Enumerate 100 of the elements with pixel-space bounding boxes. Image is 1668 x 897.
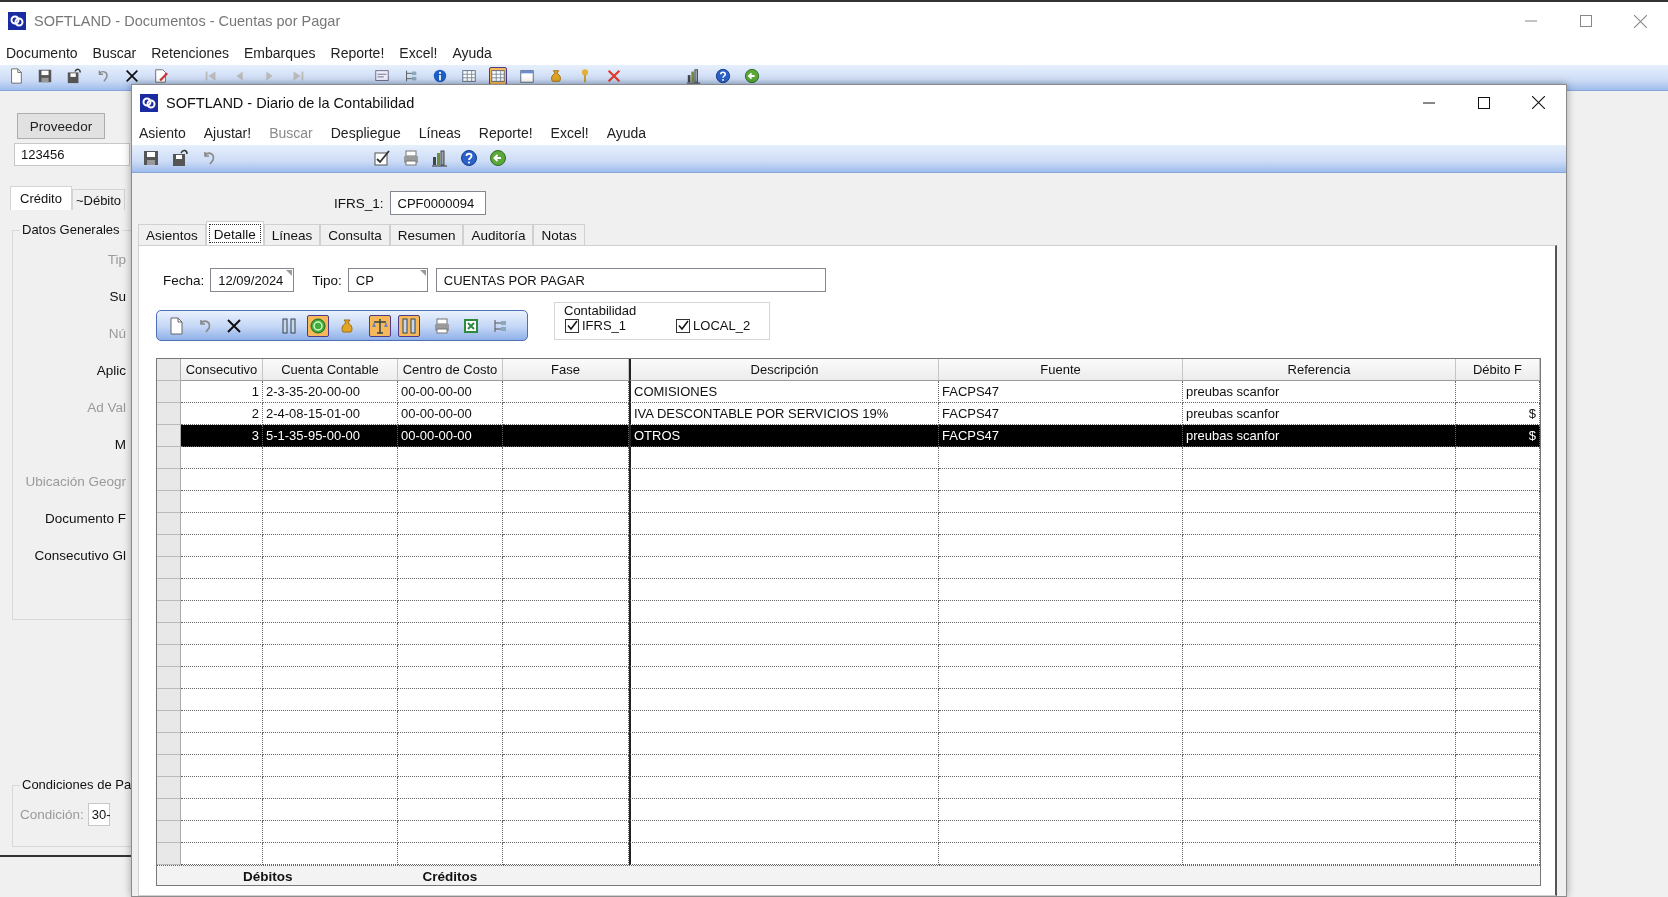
row-header[interactable] — [157, 799, 181, 821]
provider-button[interactable]: Proveedor — [17, 113, 105, 139]
row-header[interactable] — [157, 689, 181, 711]
column-header[interactable]: Cuenta Contable — [263, 359, 398, 381]
column-header[interactable]: Débito F — [1456, 359, 1540, 381]
row-header[interactable] — [157, 469, 181, 491]
date-field[interactable]: 12/09/2024 — [210, 268, 295, 292]
field-label: Tip — [106, 251, 126, 269]
tab[interactable]: ~Débito — [71, 189, 126, 210]
printer-icon — [402, 149, 420, 167]
window-title: SOFTLAND - Diario de la Contabilidad — [166, 94, 415, 111]
toolbar-button[interactable] — [714, 67, 732, 85]
row-header[interactable] — [157, 579, 181, 601]
totals-label: Débitos — [243, 869, 293, 884]
menu-item[interactable]: Embarques — [244, 44, 316, 61]
provider-field[interactable]: 123456 — [14, 143, 130, 166]
menu-item[interactable]: Retenciones — [151, 44, 229, 61]
tab[interactable]: Asientos — [138, 224, 206, 245]
tab[interactable]: Auditoría — [463, 224, 534, 245]
row-header[interactable] — [157, 623, 181, 645]
type-description-field[interactable]: CUENTAS POR PAGAR — [435, 268, 826, 292]
row-header[interactable] — [157, 601, 181, 623]
toolbar-button[interactable] — [458, 147, 480, 169]
menu-item[interactable]: Ayuda — [452, 44, 492, 61]
delete-icon — [124, 67, 140, 85]
row-header[interactable] — [157, 513, 181, 535]
column-header[interactable]: Referencia — [1183, 359, 1456, 381]
toolbar-button[interactable] — [489, 67, 507, 85]
money-bag-icon — [548, 67, 564, 85]
columns-icon — [280, 316, 298, 335]
menu-item[interactable]: Excel! — [550, 124, 589, 141]
window-title: SOFTLAND - Documentos - Cuentas por Pagar — [34, 13, 341, 29]
row-header[interactable] — [157, 557, 181, 579]
row-header[interactable] — [157, 425, 181, 447]
menu-item[interactable]: Reporte! — [478, 124, 533, 141]
column-header[interactable]: Fuente — [939, 359, 1183, 381]
table-row[interactable]: 3 5-1-35-95-00-00 00-00-00-00 OTROS FACPS47 preubas scanfor $ — [157, 425, 1540, 447]
row-header[interactable] — [157, 755, 181, 777]
checkbox[interactable] — [565, 318, 579, 333]
tab[interactable]: Resumen — [389, 224, 464, 245]
group-title: Contabilidad — [563, 303, 638, 318]
toolbar-button[interactable] — [123, 67, 141, 85]
delete-icon — [225, 316, 243, 335]
group-title: Datos Generales — [20, 222, 122, 237]
table-row[interactable]: 2 2-4-08-15-01-00 00-00-00-00 IVA DESCONTABLE POR SERVICIOS 19% FACPS47 preubas scanfor $ — [157, 403, 1540, 425]
ifrs-field[interactable]: CPF0000094 — [389, 191, 486, 215]
row-header[interactable] — [157, 645, 181, 667]
row-header[interactable] — [157, 403, 181, 425]
menu-item[interactable]: Buscar — [92, 44, 137, 61]
checkbox-option[interactable]: IFRS_1 — [565, 318, 627, 333]
calendar-icon — [519, 67, 535, 85]
menu-item[interactable]: Asiento — [139, 124, 186, 141]
row-header — [157, 359, 181, 381]
toolbar-button[interactable] — [685, 67, 703, 85]
menu-item[interactable]: Líneas — [418, 124, 461, 141]
menu-item[interactable]: Ajustar! — [203, 124, 252, 141]
menu-item[interactable]: Reporte! — [330, 44, 385, 61]
column-header[interactable]: Fase — [503, 359, 629, 381]
row-header[interactable] — [157, 491, 181, 513]
row-header[interactable] — [157, 821, 181, 843]
money-bag-icon — [338, 316, 356, 335]
menu-item[interactable]: Documento — [6, 44, 78, 61]
menu-item[interactable]: Excel! — [399, 44, 438, 61]
table-row[interactable]: 1 2-3-35-20-00-00 00-00-00-00 COMISIONES FACPS47 preubas scanfor — [157, 381, 1540, 403]
refresh-icon — [309, 316, 327, 335]
toolbar-button[interactable] — [36, 67, 54, 85]
column-header[interactable]: Centro de Costo — [398, 359, 503, 381]
checkbox-option[interactable]: LOCAL_2 — [676, 318, 751, 333]
row-header[interactable] — [157, 733, 181, 755]
column-header[interactable]: Consecutivo — [181, 359, 263, 381]
toolbar-button[interactable] — [307, 314, 329, 337]
maximize-icon — [1477, 96, 1490, 109]
field-label: IFRS_1: — [334, 195, 384, 211]
row-header[interactable] — [157, 667, 181, 689]
row-header[interactable] — [157, 711, 181, 733]
toolbar-button[interactable] — [65, 67, 83, 85]
field-label: Nú — [107, 325, 126, 343]
checkbox[interactable] — [676, 318, 691, 333]
tab[interactable]: Consulta — [320, 224, 390, 245]
row-header[interactable] — [157, 843, 181, 865]
menu-item[interactable]: Despliegue — [330, 124, 401, 141]
app-logo-icon — [8, 12, 26, 30]
column-header[interactable]: Descripción — [629, 359, 939, 381]
floppy-disk-arrow-icon — [66, 67, 82, 85]
toolbar-button[interactable] — [398, 314, 420, 337]
row-header[interactable] — [157, 777, 181, 799]
row-header[interactable] — [157, 381, 181, 403]
tab[interactable]: Notas — [533, 224, 585, 245]
floppy-disk-arrow-icon — [171, 149, 189, 167]
type-field[interactable]: CP — [347, 268, 428, 292]
toolbar-button[interactable] — [369, 314, 391, 337]
tab[interactable]: Crédito — [10, 186, 72, 210]
tab[interactable]: Líneas — [263, 224, 321, 245]
field-label: Documento F — [43, 510, 126, 528]
condition-field[interactable]: 30- — [87, 802, 110, 826]
row-header[interactable] — [157, 535, 181, 557]
cancel-icon — [606, 67, 622, 85]
close-icon — [1634, 14, 1647, 28]
menu-item[interactable]: Ayuda — [606, 124, 647, 141]
row-header[interactable] — [157, 447, 181, 469]
